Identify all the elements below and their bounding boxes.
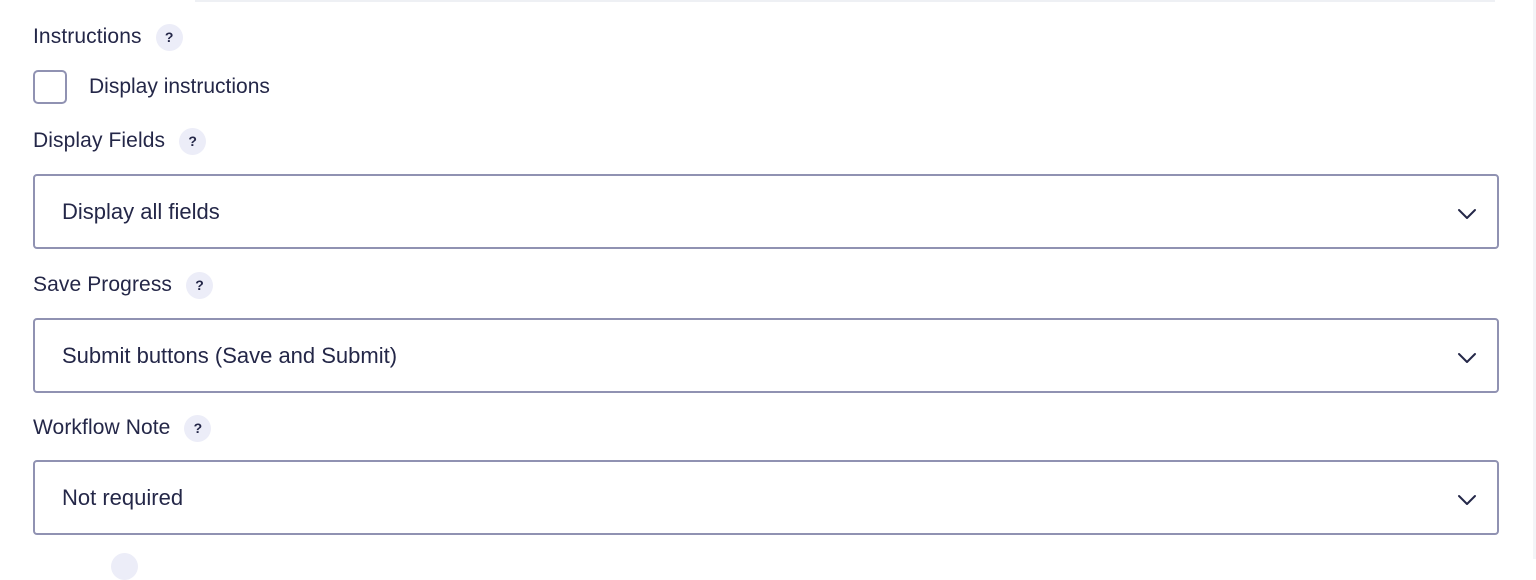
chevron-down-icon [1458,494,1476,505]
display-fields-help-icon[interactable]: ? [179,127,207,155]
workflow-note-value: Not required [62,484,184,510]
chevron-down-icon [1458,352,1476,363]
save-progress-select[interactable]: Submit buttons (Save and Submit) [33,318,1499,393]
workflow-note-help-icon[interactable]: ? [184,414,212,442]
next-help-icon-partial [111,553,138,580]
display-fields-select[interactable]: Display all fields [33,174,1499,249]
workflow-note-select[interactable]: Not required [33,460,1499,535]
display-fields-label: Display Fields [33,129,166,152]
display-fields-value: Display all fields [62,198,220,224]
instructions-help-icon[interactable]: ? [155,23,183,51]
display-instructions-row[interactable]: Display instructions [33,68,270,106]
save-progress-label-row: Save Progress ? [33,271,214,299]
top-divider [195,0,1495,2]
workflow-note-label: Workflow Note [33,416,171,439]
save-progress-label: Save Progress [33,273,173,296]
chevron-down-icon [1458,208,1476,219]
save-progress-help-icon[interactable]: ? [186,271,214,299]
display-fields-label-row: Display Fields ? [33,127,207,155]
display-instructions-label[interactable]: Display instructions [89,75,270,99]
instructions-label-row: Instructions ? [33,23,183,51]
instructions-label: Instructions [33,25,142,48]
display-instructions-checkbox[interactable] [33,70,67,104]
save-progress-value: Submit buttons (Save and Submit) [62,342,398,368]
workflow-note-label-row: Workflow Note ? [33,414,212,442]
